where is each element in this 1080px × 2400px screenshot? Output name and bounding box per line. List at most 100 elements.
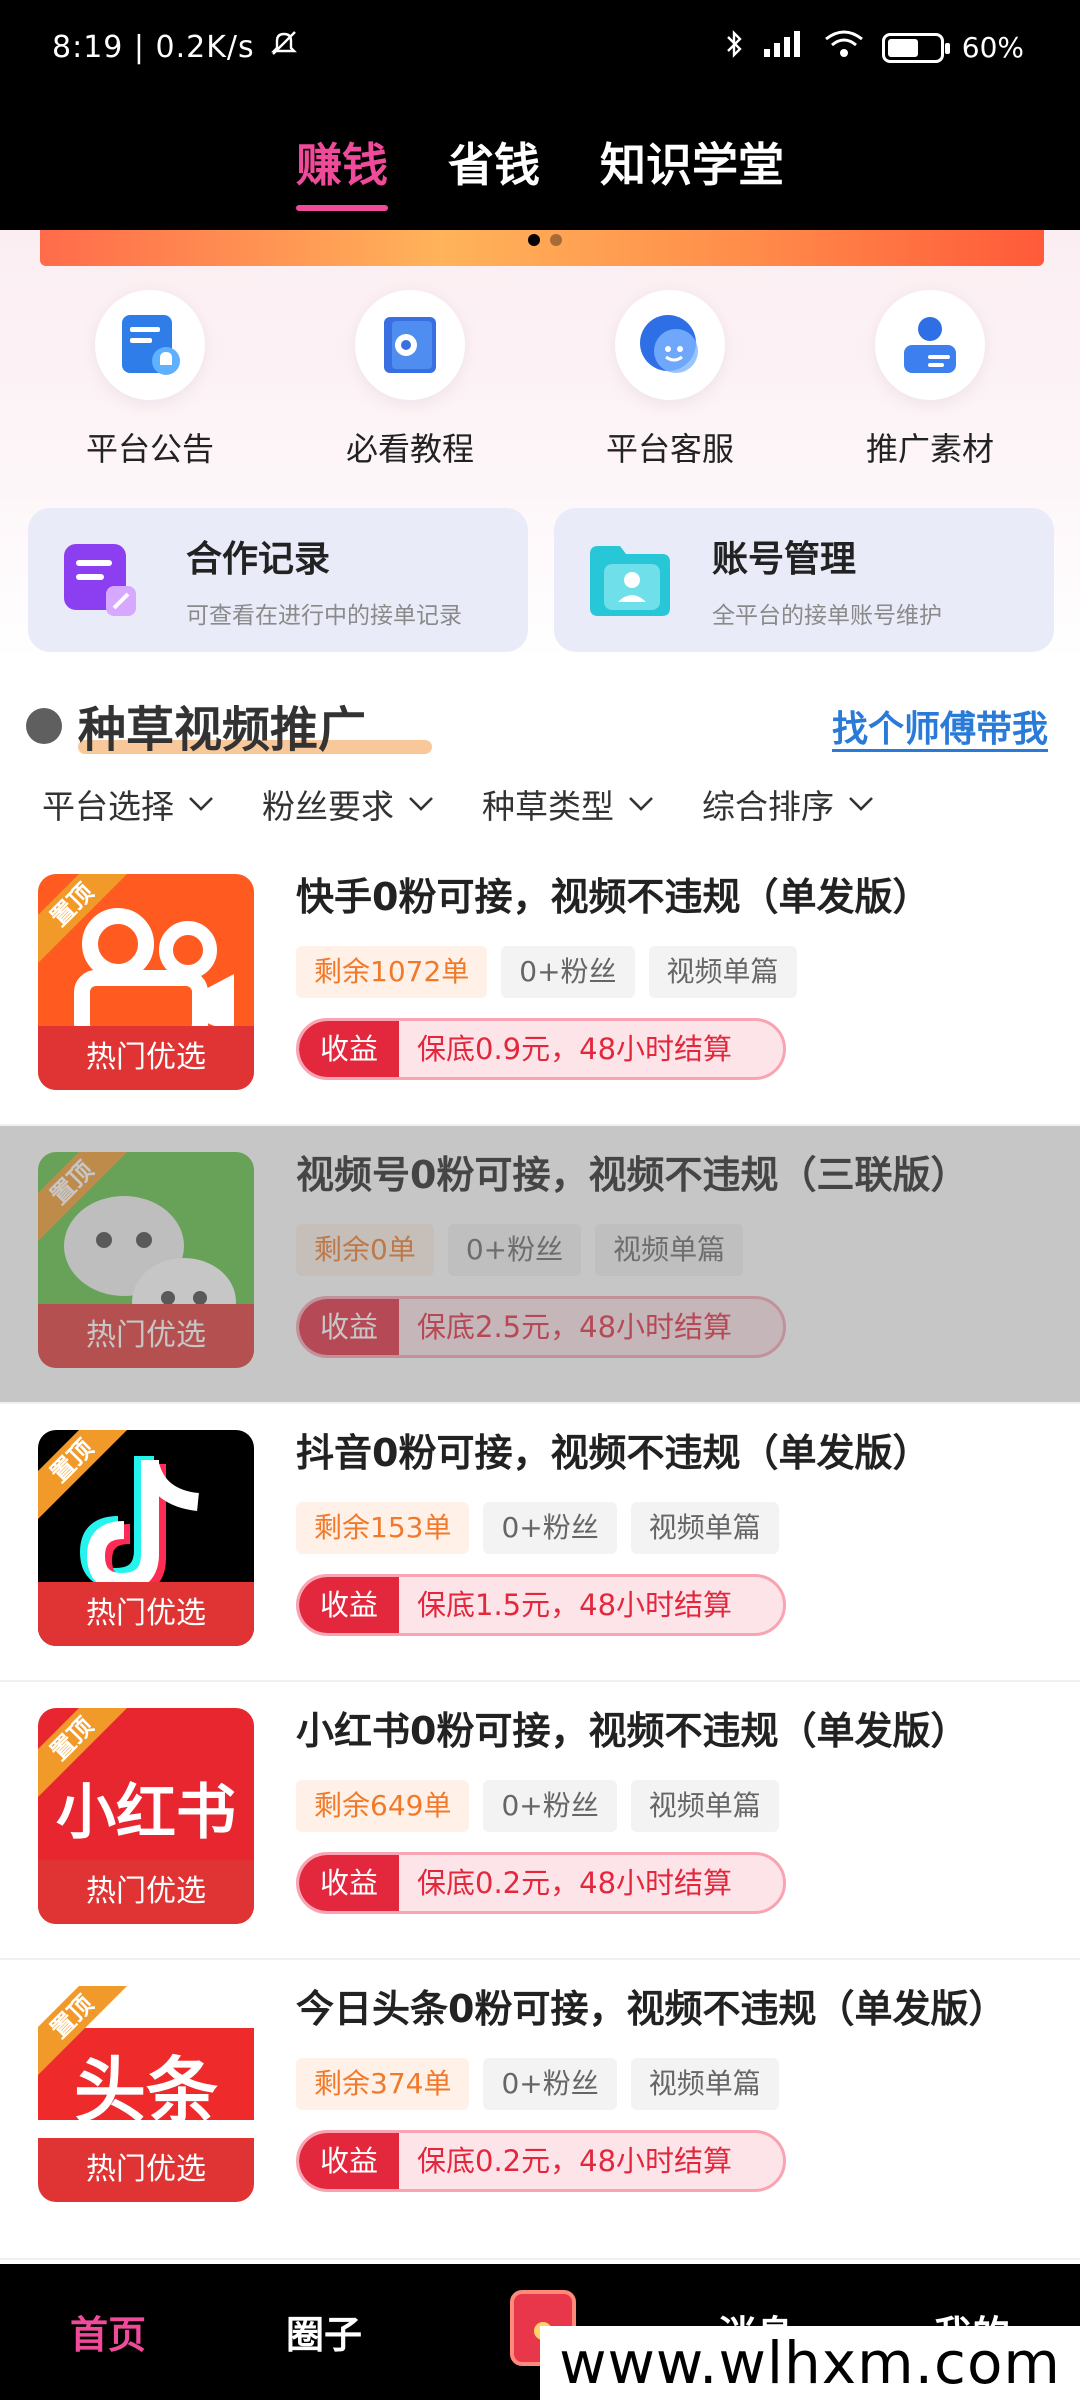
fans-tag: 0+粉丝 — [501, 946, 635, 998]
card-title: 账号管理 — [712, 539, 857, 580]
type-tag: 视频单篇 — [630, 1502, 779, 1554]
earnings-pill: 收益 保底0.9元，48小时结算 — [296, 1018, 786, 1080]
earnings-pill: 收益 保底2.5元，48小时结算 — [296, 1296, 786, 1358]
type-tag: 视频单篇 — [630, 1780, 779, 1832]
bluetooth-icon — [724, 28, 744, 67]
toutiao-logo-text: 头条 — [73, 2049, 218, 2133]
status-bar: 8:19 | 0.2K/s 60% — [0, 0, 1080, 100]
quick-link-tutorial[interactable]: 必看教程 — [310, 290, 510, 470]
banner-pagination — [528, 234, 562, 246]
filter-platform[interactable]: 平台选择 — [42, 780, 214, 828]
top-tabs: 赚钱 省钱 知识学堂 — [0, 100, 1080, 230]
remaining-tag: 剩余649单 — [296, 1780, 470, 1832]
chevron-down-icon — [409, 797, 433, 811]
material-icon — [875, 290, 985, 400]
earnings-text: 保底0.2元，48小时结算 — [417, 2144, 733, 2178]
tab-earn[interactable]: 赚钱 — [296, 129, 388, 211]
hot-pick-label: 热门优选 — [38, 1582, 254, 1646]
earnings-label: 收益 — [299, 2133, 399, 2189]
tutorial-icon — [355, 290, 465, 400]
hot-pick-label: 热门优选 — [38, 1026, 254, 1090]
quick-link-label: 平台客服 — [605, 430, 734, 468]
task-title: 快手0粉可接，视频不违规（单发版） — [296, 875, 931, 919]
service-icon — [615, 290, 725, 400]
earnings-text: 保底1.5元，48小时结算 — [417, 1588, 733, 1622]
task-list: 置顶 热门优选 快手0粉可接，视频不违规（单发版） 剩余1072单 0+粉丝 视… — [0, 848, 1080, 2260]
filter-bar: 平台选择 粉丝要求 种草类型 综合排序 — [42, 780, 1042, 828]
task-row[interactable]: 置顶 热门优选 视频号0粉可接，视频不违规（三联版） 剩余0单 0+粉丝 视频单… — [0, 1126, 1080, 1404]
wechat-channels-logo-icon: 置顶 热门优选 — [38, 1152, 254, 1368]
quick-link-notice[interactable]: 平台公告 — [50, 290, 250, 470]
xiaohongshu-logo-icon: 小红书 置顶 热门优选 — [38, 1708, 254, 1924]
card-subtitle: 全平台的接单账号维护 — [712, 603, 942, 629]
card-account-management[interactable]: 账号管理 全平台的接单账号维护 — [554, 508, 1054, 652]
chevron-down-icon — [849, 797, 873, 811]
earnings-text: 保底2.5元，48小时结算 — [417, 1310, 733, 1344]
find-mentor-link[interactable]: 找个师傅带我 — [832, 700, 1048, 752]
mute-bell-icon — [269, 28, 299, 66]
tab-knowledge[interactable]: 知识学堂 — [600, 129, 784, 201]
nav-circle[interactable]: 圈子 — [286, 2304, 362, 2359]
record-icon — [54, 530, 154, 630]
douyin-logo-icon: 置顶 热门优选 — [38, 1430, 254, 1646]
card-subtitle: 可查看在进行中的接单记录 — [186, 603, 462, 629]
earnings-label: 收益 — [299, 1021, 399, 1077]
earnings-text: 保底0.2元，48小时结算 — [417, 1866, 733, 1900]
fans-tag: 0+粉丝 — [483, 1780, 617, 1832]
task-title: 抖音0粉可接，视频不违规（单发版） — [296, 1431, 931, 1475]
task-row[interactable]: 置顶 热门优选 快手0粉可接，视频不违规（单发版） 剩余1072单 0+粉丝 视… — [0, 848, 1080, 1126]
tab-save[interactable]: 省钱 — [448, 129, 540, 201]
account-icon — [580, 530, 680, 630]
section-dot-icon — [26, 708, 62, 744]
chevron-down-icon — [629, 797, 653, 811]
earnings-label: 收益 — [299, 1855, 399, 1911]
task-row[interactable]: 小红书 置顶 热门优选 小红书0粉可接，视频不违规（单发版） 剩余649单 0+… — [0, 1682, 1080, 1960]
filter-label: 粉丝要求 — [262, 787, 394, 826]
status-left: 8:19 | 0.2K/s — [52, 28, 299, 66]
xiaohongshu-logo-text: 小红书 — [56, 1778, 236, 1848]
task-row[interactable]: 头条 置顶 热门优选 今日头条0粉可接，视频不违规（单发版） 剩余374单 0+… — [0, 1960, 1080, 2260]
kuaishou-logo-icon: 置顶 热门优选 — [38, 874, 254, 1090]
filter-sort[interactable]: 综合排序 — [702, 780, 874, 828]
battery-text: 60% — [961, 31, 1024, 64]
task-row[interactable]: 置顶 热门优选 抖音0粉可接，视频不违规（单发版） 剩余153单 0+粉丝 视频… — [0, 1404, 1080, 1682]
watermark: www.wlhxm.com — [540, 2326, 1080, 2400]
quick-link-label: 平台公告 — [85, 430, 214, 468]
battery-icon — [881, 32, 950, 63]
hot-pick-label: 热门优选 — [38, 1860, 254, 1924]
filter-fans[interactable]: 粉丝要求 — [262, 780, 434, 828]
task-title: 小红书0粉可接，视频不违规（单发版） — [296, 1709, 969, 1753]
quick-link-label: 必看教程 — [345, 430, 474, 468]
earnings-label: 收益 — [299, 1577, 399, 1633]
section-title: 种草视频推广 — [78, 702, 367, 758]
quick-link-label: 推广素材 — [865, 430, 994, 468]
fans-tag: 0+粉丝 — [483, 1502, 617, 1554]
section-header: 种草视频推广 找个师傅带我 — [26, 690, 1056, 760]
status-time-speed: 8:19 | 0.2K/s — [52, 29, 255, 65]
remaining-tag: 剩余0单 — [296, 1224, 434, 1276]
pinned-badge: 置顶 — [38, 1152, 134, 1245]
filter-label: 平台选择 — [42, 787, 174, 826]
hot-pick-label: 热门优选 — [38, 1304, 254, 1368]
earnings-pill: 收益 保底1.5元，48小时结算 — [296, 1574, 786, 1636]
quick-link-service[interactable]: 平台客服 — [570, 290, 770, 470]
card-cooperation-records[interactable]: 合作记录 可查看在进行中的接单记录 — [28, 508, 528, 652]
quick-links: 平台公告 必看教程 平台客服 推广素材 — [20, 290, 1060, 470]
task-title: 今日头条0粉可接，视频不违规（单发版） — [296, 1987, 1007, 2031]
nav-home[interactable]: 首页 — [70, 2304, 146, 2359]
type-tag: 视频单篇 — [648, 946, 797, 998]
promo-banner[interactable] — [40, 230, 1044, 266]
chevron-down-icon — [189, 797, 213, 811]
filter-type[interactable]: 种草类型 — [482, 780, 654, 828]
signal-icon — [762, 29, 806, 66]
quick-link-material[interactable]: 推广素材 — [830, 290, 1030, 470]
earnings-text: 保底0.9元，48小时结算 — [417, 1032, 733, 1066]
task-title: 视频号0粉可接，视频不违规（三联版） — [296, 1153, 969, 1197]
feature-cards: 合作记录 可查看在进行中的接单记录 账号管理 全平台的接单账号维护 — [28, 508, 1054, 652]
notice-icon — [95, 290, 205, 400]
remaining-tag: 剩余374单 — [296, 2058, 470, 2110]
remaining-tag: 剩余1072单 — [296, 946, 488, 998]
status-right: 60% — [724, 28, 1024, 67]
wifi-icon — [824, 29, 864, 66]
toutiao-logo-icon: 头条 置顶 热门优选 — [38, 1986, 254, 2202]
